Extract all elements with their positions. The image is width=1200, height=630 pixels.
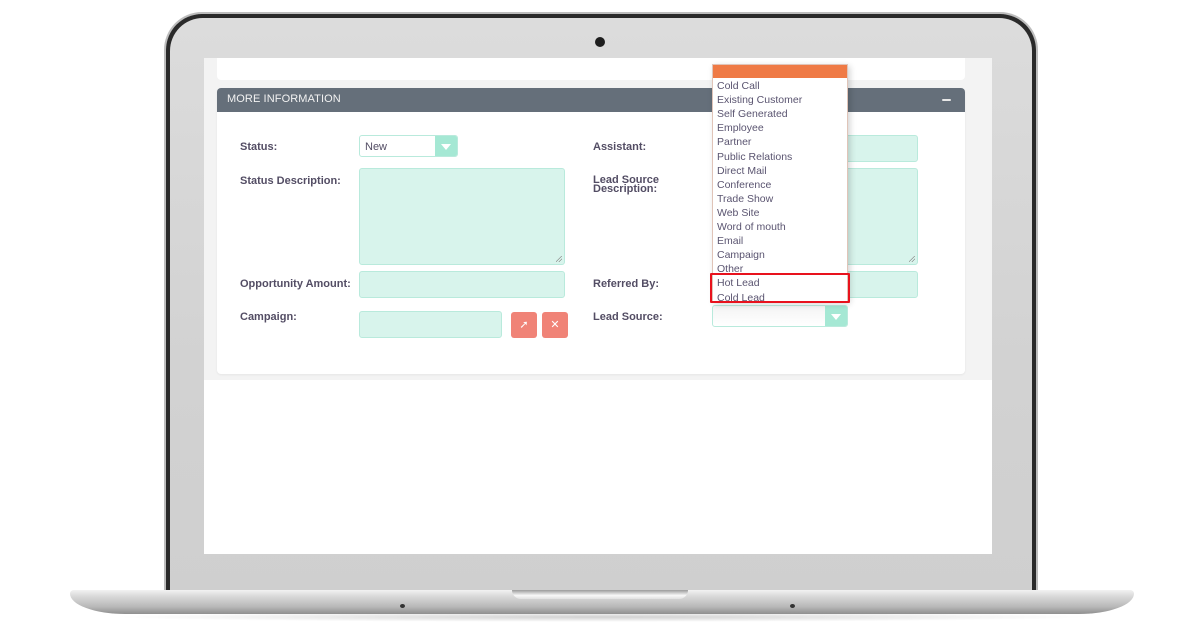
dropdown-option[interactable]: Email (717, 235, 743, 247)
campaign-select-button[interactable]: ➚ (511, 312, 537, 338)
laptop-foot (790, 604, 795, 608)
dropdown-option[interactable]: Partner (717, 136, 751, 148)
campaign-clear-button[interactable]: ✕ (542, 312, 568, 338)
panel-header[interactable]: MORE INFORMATION (217, 88, 965, 112)
dropdown-option[interactable]: Public Relations (717, 151, 792, 163)
opportunity-amount-label: Opportunity Amount: (240, 278, 351, 290)
lead-source-description-label: Lead Source Description: (593, 174, 660, 195)
dropdown-option[interactable]: Trade Show (717, 193, 773, 205)
minus-icon[interactable] (942, 99, 951, 101)
laptop-foot (400, 604, 405, 608)
dropdown-option[interactable]: Web Site (717, 207, 759, 219)
status-label: Status: (240, 141, 278, 153)
campaign-label: Campaign: (240, 311, 297, 323)
lead-source-label: Lead Source: (593, 311, 663, 323)
dropdown-option[interactable]: Campaign (717, 249, 765, 261)
status-value: New (365, 141, 388, 153)
laptop-screen: MORE INFORMATION Status: New Status Desc… (204, 58, 992, 554)
panel-title: MORE INFORMATION (227, 93, 341, 105)
dropdown-option[interactable]: Cold Call (717, 80, 760, 92)
lead-source-dropdown-list[interactable]: Cold Call Existing Customer Self Generated… (712, 64, 848, 304)
status-select[interactable]: New (359, 135, 458, 157)
referred-by-label: Referred By: (593, 278, 660, 290)
dropdown-option[interactable]: Conference (717, 179, 771, 191)
highlight-annotation-box (710, 273, 850, 303)
chevron-down-icon[interactable] (825, 306, 847, 326)
lead-source-select[interactable] (712, 305, 848, 327)
dropdown-option[interactable]: Word of mouth (717, 221, 786, 233)
dropdown-option[interactable]: Self Generated (717, 108, 788, 120)
webcam-icon (595, 37, 605, 47)
close-icon: ✕ (550, 319, 560, 331)
status-description-textarea[interactable] (359, 168, 565, 265)
dropdown-selected-blank-option[interactable] (713, 65, 847, 78)
campaign-input[interactable] (359, 311, 502, 338)
status-description-label: Status Description: (240, 175, 341, 187)
previous-panel (217, 58, 965, 80)
dropdown-option[interactable]: Direct Mail (717, 165, 767, 177)
dropdown-option[interactable]: Existing Customer (717, 94, 802, 106)
dropdown-option[interactable]: Employee (717, 122, 764, 134)
opportunity-amount-input[interactable] (359, 271, 565, 298)
assistant-label: Assistant: (593, 141, 647, 153)
laptop-opening-notch (512, 590, 688, 599)
chevron-down-icon[interactable] (435, 136, 457, 156)
arrow-cursor-icon: ➚ (519, 319, 529, 331)
more-information-panel: MORE INFORMATION Status: New Status Desc… (217, 88, 965, 374)
